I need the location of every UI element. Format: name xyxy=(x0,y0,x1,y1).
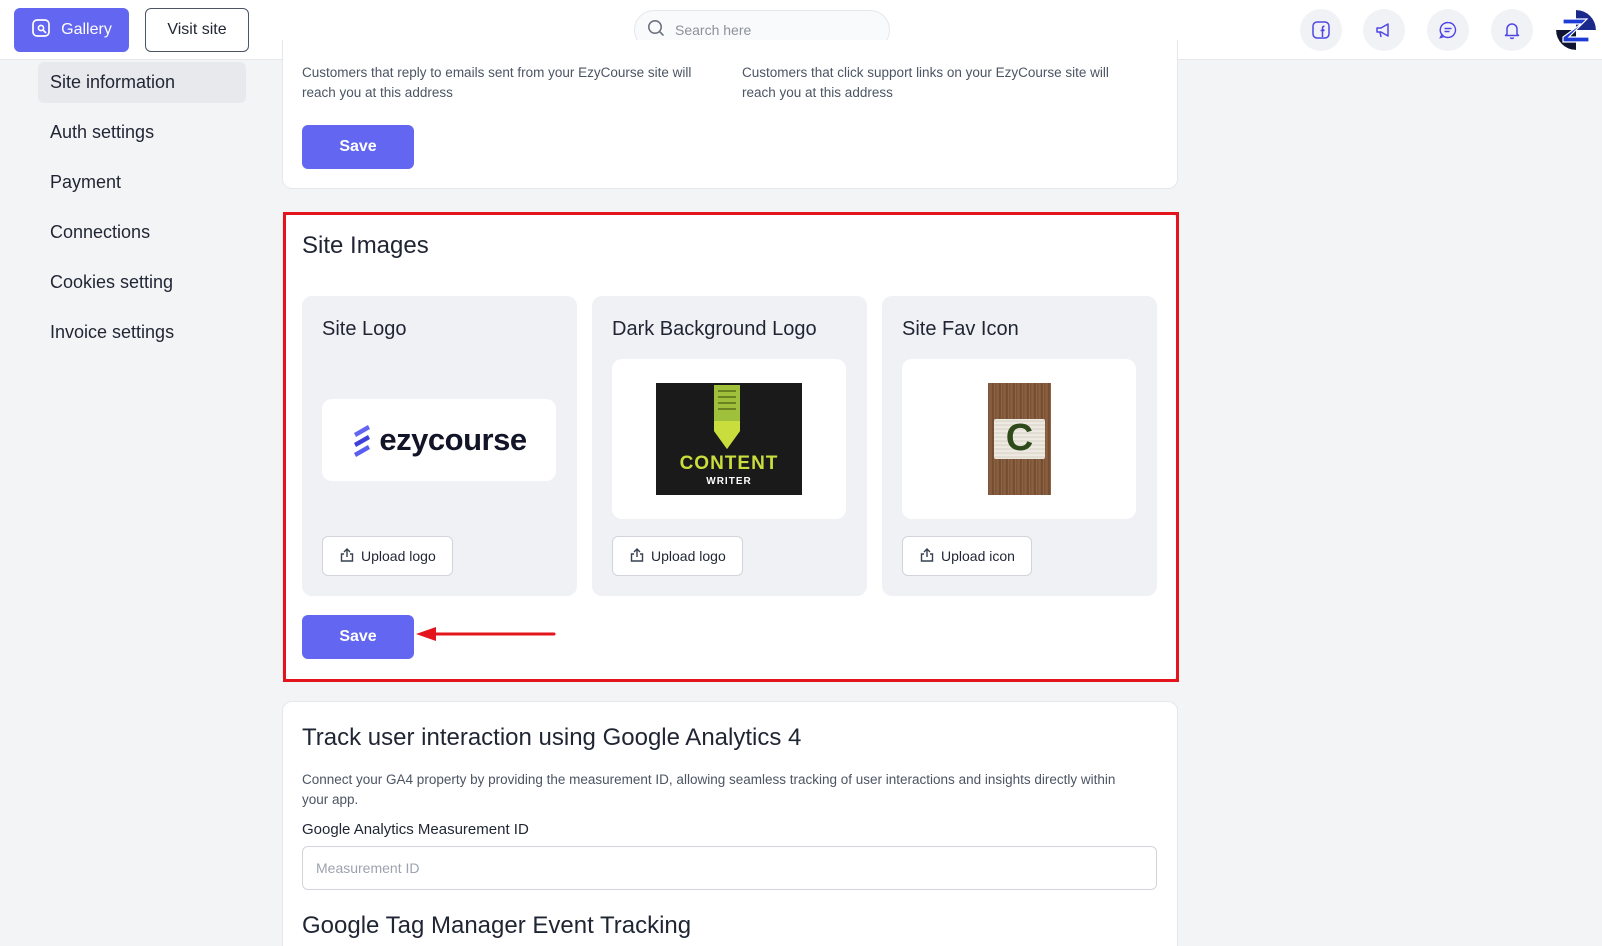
email-settings-card: Customers that reply to emails sent from… xyxy=(282,40,1178,189)
sidebar-item-auth-settings[interactable]: Auth settings xyxy=(50,122,154,143)
facebook-icon[interactable] xyxy=(1300,9,1342,51)
sidebar-item-connections[interactable]: Connections xyxy=(50,222,150,243)
gallery-button[interactable]: Gallery xyxy=(14,8,129,52)
analytics-description: Connect your GA4 property by providing t… xyxy=(302,772,1116,807)
chat-icon[interactable] xyxy=(1427,9,1469,51)
gallery-label: Gallery xyxy=(61,21,112,38)
analytics-card: Track user interaction using Google Anal… xyxy=(282,701,1178,946)
arrow-left-icon xyxy=(416,627,556,641)
save-email-settings-button[interactable]: Save xyxy=(302,125,414,169)
gallery-icon xyxy=(31,18,51,43)
search-input[interactable] xyxy=(675,22,865,38)
highlight-box xyxy=(283,212,1179,682)
sidebar-item-invoice-settings[interactable]: Invoice settings xyxy=(50,322,174,343)
search-icon xyxy=(647,19,665,42)
avatar[interactable] xyxy=(1556,10,1596,50)
sidebar-item-cookies-setting[interactable]: Cookies setting xyxy=(50,272,173,293)
sidebar-item-site-information[interactable]: Site information xyxy=(50,72,175,93)
analytics-title: Track user interaction using Google Anal… xyxy=(302,724,802,751)
measurement-id-input[interactable] xyxy=(302,846,1157,890)
measurement-id-label: Google Analytics Measurement ID xyxy=(302,821,529,838)
bell-icon[interactable] xyxy=(1491,9,1533,51)
visit-site-button[interactable]: Visit site xyxy=(145,8,249,52)
sidebar-item-payment[interactable]: Payment xyxy=(50,172,121,193)
gtm-title: Google Tag Manager Event Tracking xyxy=(302,912,692,939)
support-email-hint: Customers that click support links on yo… xyxy=(742,65,1109,100)
reply-email-hint: Customers that reply to emails sent from… xyxy=(302,65,692,100)
megaphone-icon[interactable] xyxy=(1363,9,1405,51)
